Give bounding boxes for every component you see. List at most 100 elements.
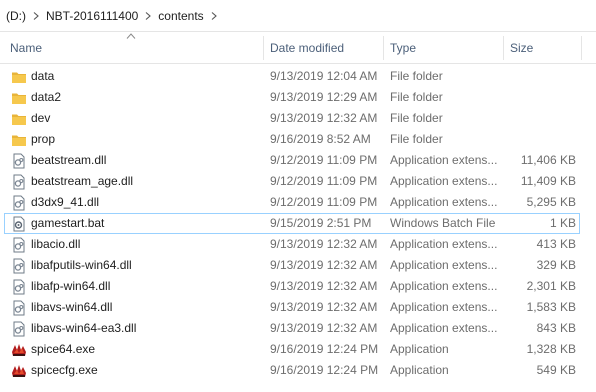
file-name: d3dx9_41.dll xyxy=(31,195,100,209)
file-date-modified: 9/12/2019 11:09 PM xyxy=(270,153,378,167)
file-type: Application extens... xyxy=(390,258,498,272)
file-type: Application xyxy=(390,363,449,377)
file-row[interactable]: data2 9/13/2019 12:29 AM File folder xyxy=(4,87,580,108)
folder-icon xyxy=(11,132,27,148)
chevron-right-icon[interactable] xyxy=(206,11,222,20)
file-size: 2,301 KB xyxy=(526,279,576,293)
chevron-right-icon[interactable] xyxy=(28,11,44,20)
file-date-modified: 9/12/2019 11:09 PM xyxy=(270,174,378,188)
folder-icon xyxy=(11,90,27,106)
file-date-modified: 9/13/2019 12:32 AM xyxy=(270,321,378,335)
sort-ascending-icon xyxy=(126,33,136,39)
file-date-modified: 9/13/2019 12:04 AM xyxy=(270,69,378,83)
file-name: beatstream_age.dll xyxy=(31,174,134,188)
dll-file-icon xyxy=(11,279,27,295)
file-type: Application extens... xyxy=(390,174,498,188)
file-name: spice64.exe xyxy=(31,342,96,356)
file-type: Application extens... xyxy=(390,153,498,167)
file-date-modified: 9/13/2019 12:32 AM xyxy=(270,111,378,125)
file-size: 11,409 KB xyxy=(520,174,576,188)
file-row[interactable]: data 9/13/2019 12:04 AM File folder xyxy=(4,66,580,87)
file-row[interactable]: libafputils-win64.dll 9/13/2019 12:32 AM A… xyxy=(4,255,580,276)
file-name: dev xyxy=(31,111,51,125)
file-row[interactable]: beatstream.dll 9/12/2019 11:09 PM Applicat… xyxy=(4,150,580,171)
file-name: data2 xyxy=(31,90,62,104)
file-type: Application extens... xyxy=(390,321,498,335)
file-name: libafputils-win64.dll xyxy=(31,258,132,272)
dll-file-icon xyxy=(11,237,27,253)
file-date-modified: 9/12/2019 11:09 PM xyxy=(270,195,378,209)
dll-file-icon xyxy=(11,321,27,337)
dll-file-icon xyxy=(11,300,27,316)
file-type: Application extens... xyxy=(390,195,498,209)
file-date-modified: 9/16/2019 8:52 AM xyxy=(270,132,371,146)
column-header-row: Name Date modified Type Size xyxy=(0,33,596,64)
file-name: libavs-win64.dll xyxy=(31,300,113,314)
file-size: 1 KB xyxy=(549,216,576,230)
spice-app-icon xyxy=(11,342,27,358)
file-row[interactable]: d3dx9_41.dll 9/12/2019 11:09 PM Applicatio… xyxy=(4,192,580,213)
file-size: 413 KB xyxy=(536,237,576,251)
column-divider[interactable] xyxy=(581,36,582,60)
file-type: File folder xyxy=(390,111,443,125)
file-type: File folder xyxy=(390,132,443,146)
dll-file-icon xyxy=(11,153,27,169)
file-type: Windows Batch File xyxy=(390,216,496,230)
breadcrumb-drive[interactable]: (D:) xyxy=(4,9,28,23)
file-date-modified: 9/13/2019 12:32 AM xyxy=(270,279,378,293)
file-size xyxy=(501,67,576,86)
file-name: gamestart.bat xyxy=(31,216,105,230)
file-name: libafp-win64.dll xyxy=(31,279,111,293)
column-header-date[interactable]: Date modified xyxy=(264,33,382,63)
file-size xyxy=(501,109,576,128)
dll-file-icon xyxy=(11,174,27,190)
file-size: 1,328 KB xyxy=(526,342,576,356)
file-row-selected[interactable]: gamestart.bat 9/15/2019 2:51 PM Windows Ba… xyxy=(4,213,580,234)
spice-app-icon xyxy=(11,363,27,379)
file-date-modified: 9/16/2019 12:24 PM xyxy=(270,342,379,356)
file-type: File folder xyxy=(390,69,443,83)
dll-file-icon xyxy=(11,258,27,274)
chevron-right-icon[interactable] xyxy=(140,11,156,20)
file-date-modified: 9/13/2019 12:32 AM xyxy=(270,258,378,272)
file-size: 1,583 KB xyxy=(526,300,576,314)
file-date-modified: 9/15/2019 2:51 PM xyxy=(270,216,372,230)
file-date-modified: 9/13/2019 12:32 AM xyxy=(270,300,378,314)
file-size: 549 KB xyxy=(536,363,576,377)
folder-icon xyxy=(11,111,27,127)
file-row[interactable]: spicecfg.exe 9/16/2019 12:24 PM Applicatio… xyxy=(4,360,580,381)
batch-file-icon xyxy=(11,216,27,232)
file-type: Application extens... xyxy=(390,300,498,314)
column-header-size[interactable]: Size xyxy=(504,33,580,63)
file-type: Application extens... xyxy=(390,279,498,293)
file-type: Application extens... xyxy=(390,237,498,251)
column-header-type[interactable]: Type xyxy=(384,33,502,63)
file-name: data xyxy=(31,69,55,83)
folder-icon xyxy=(11,69,27,85)
file-row[interactable]: beatstream_age.dll 9/12/2019 11:09 PM Appl… xyxy=(4,171,580,192)
file-row[interactable]: libafp-win64.dll 9/13/2019 12:32 AM Applic… xyxy=(4,276,580,297)
file-row[interactable]: spice64.exe 9/16/2019 12:24 PM Application… xyxy=(4,339,580,360)
file-name: libacio.dll xyxy=(31,237,81,251)
file-name: beatstream.dll xyxy=(31,153,107,167)
file-row[interactable]: dev 9/13/2019 12:32 AM File folder xyxy=(4,108,580,129)
file-name: spicecfg.exe xyxy=(31,363,98,377)
file-size: 11,406 KB xyxy=(520,153,576,167)
breadcrumb-current-folder[interactable]: contents xyxy=(156,9,205,23)
file-type: File folder xyxy=(390,90,443,104)
file-name: prop xyxy=(31,132,56,146)
breadcrumb-folder[interactable]: NBT-2016111400 xyxy=(44,9,140,23)
file-size: 329 KB xyxy=(536,258,576,272)
file-size xyxy=(501,130,576,149)
file-name: libavs-win64-ea3.dll xyxy=(31,321,137,335)
file-row[interactable]: libavs-win64.dll 9/13/2019 12:32 AM Applic… xyxy=(4,297,580,318)
file-row[interactable]: prop 9/16/2019 8:52 AM File folder xyxy=(4,129,580,150)
dll-file-icon xyxy=(11,195,27,211)
file-date-modified: 9/13/2019 12:29 AM xyxy=(270,90,378,104)
file-type: Application xyxy=(390,342,449,356)
file-size: 843 KB xyxy=(536,321,576,335)
breadcrumb: (D:) NBT-2016111400 contents xyxy=(0,0,596,32)
file-row[interactable]: libavs-win64-ea3.dll 9/13/2019 12:32 AM Ap… xyxy=(4,318,580,339)
file-date-modified: 9/16/2019 12:24 PM xyxy=(270,363,379,377)
file-row[interactable]: libacio.dll 9/13/2019 12:32 AM Application… xyxy=(4,234,580,255)
